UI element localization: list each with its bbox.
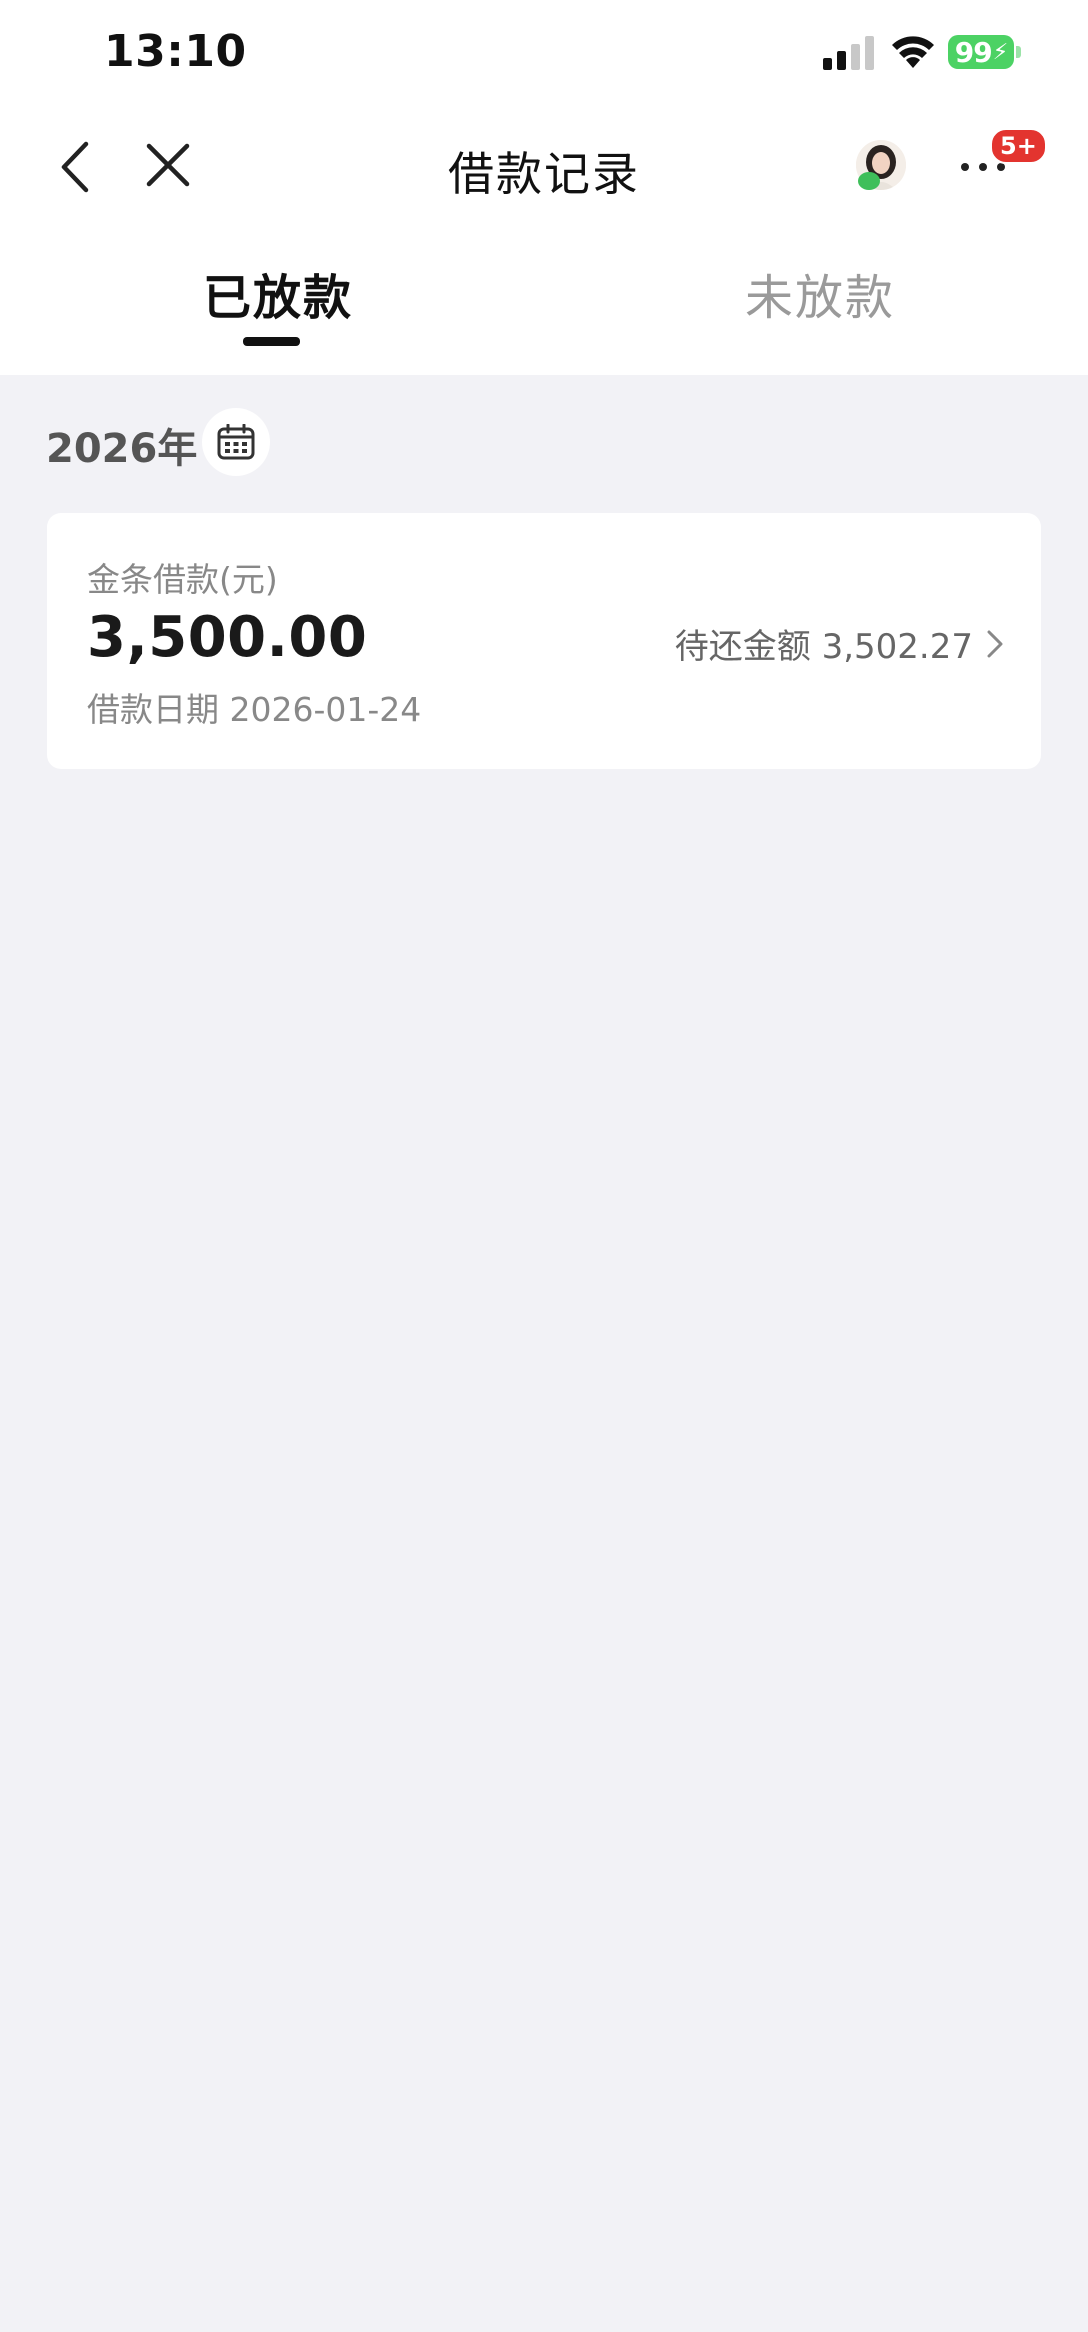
loan-product-label: 金条借款(元)	[87, 560, 278, 599]
tab-disbursed[interactable]: 已放款	[203, 258, 353, 328]
wifi-icon	[892, 36, 934, 68]
due-amount-link[interactable]: 待还金额 3,502.27	[675, 619, 1005, 668]
page-title: 借款记录	[448, 147, 640, 201]
loan-amount: 3,500.00	[87, 605, 368, 670]
charging-icon: ⚡	[992, 39, 1008, 65]
header-panel: 13:10 99 ⚡ 借款记录 5+ 已放款 未放款	[0, 0, 1088, 375]
active-tab-indicator	[243, 337, 300, 346]
due-amount: 待还金额 3,502.27	[674, 627, 973, 667]
signal-icon	[823, 36, 874, 70]
wechat-dot-icon	[858, 172, 880, 190]
loan-record-card[interactable]: 金条借款(元) 3,500.00 借款日期 2026-01-24 待还金额 3,…	[47, 513, 1041, 769]
calendar-button[interactable]	[202, 408, 270, 476]
battery-icon: 99 ⚡	[948, 35, 1014, 69]
loan-date: 借款日期 2026-01-24	[87, 690, 422, 729]
notification-badge: 5+	[990, 128, 1047, 164]
tab-not-disbursed[interactable]: 未放款	[745, 258, 895, 328]
status-time: 13:10	[104, 26, 247, 77]
chevron-right-icon	[987, 630, 1003, 657]
battery-cap	[1016, 46, 1021, 58]
battery-level: 99	[954, 35, 993, 69]
calendar-icon	[217, 424, 255, 460]
year-label: 2026年	[46, 426, 198, 472]
